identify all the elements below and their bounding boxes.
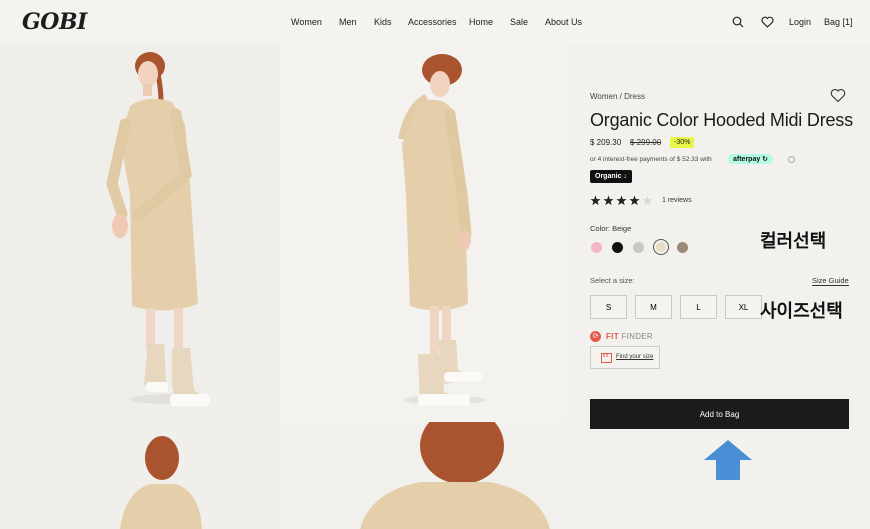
star-empty-icon <box>642 195 653 206</box>
color-swatch-black[interactable] <box>612 242 623 253</box>
login-link[interactable]: Login <box>789 17 811 27</box>
fit-finder-brand: FIT <box>606 332 619 341</box>
color-swatch-beige-selected[interactable] <box>653 239 669 255</box>
search-icon[interactable] <box>732 16 744 28</box>
site-header: GOBI Women Men Kids Accessories Home Sal… <box>0 0 870 44</box>
size-label: Select a size: <box>590 276 635 285</box>
add-to-wishlist-heart-icon[interactable] <box>830 88 846 103</box>
original-price: $ 299.00 <box>630 138 662 147</box>
nav-kids[interactable]: Kids <box>374 17 392 27</box>
add-to-bag-button[interactable]: Add to Bag <box>590 399 849 429</box>
size-guide-link[interactable]: Size Guide <box>812 276 849 286</box>
size-button-s[interactable]: S <box>590 295 627 319</box>
info-icon[interactable] <box>788 156 795 163</box>
breadcrumb[interactable]: Women / Dress <box>590 92 645 101</box>
size-button-xl[interactable]: XL <box>725 295 762 319</box>
ruler-icon <box>601 353 612 363</box>
discount-badge: -30% <box>670 137 695 148</box>
wishlist-heart-icon[interactable] <box>761 16 774 28</box>
color-swatch-grey[interactable] <box>633 242 644 253</box>
color-swatch-taupe[interactable] <box>677 242 688 253</box>
nav-women[interactable]: Women <box>291 17 322 27</box>
afterpay-label: afterpay <box>733 156 761 163</box>
rating-stars <box>590 195 653 206</box>
product-photo-back[interactable] <box>0 422 280 529</box>
product-photo-detail[interactable] <box>280 422 566 529</box>
fit-finder-logo-icon: ⟳ <box>590 331 601 342</box>
organic-badge-label: Organic <box>595 173 622 180</box>
nav-accessories[interactable]: Accessories <box>408 17 457 27</box>
size-button-m[interactable]: M <box>635 295 672 319</box>
find-your-size-button[interactable]: Find your size <box>590 346 660 369</box>
annotation-size-select: 사이즈선택 <box>760 301 843 322</box>
nav-men[interactable]: Men <box>339 17 357 27</box>
color-swatch-pink[interactable] <box>591 242 602 253</box>
star-icon <box>629 195 640 206</box>
nav-sale[interactable]: Sale <box>510 17 528 27</box>
star-icon <box>616 195 627 206</box>
annotation-color-select: 컬러선택 <box>760 231 827 252</box>
nav-home[interactable]: Home <box>469 17 493 27</box>
up-arrow-annotation-icon <box>704 440 752 480</box>
organic-badge: Organic ↓ <box>590 170 632 183</box>
star-icon <box>603 195 614 206</box>
product-photo-side[interactable] <box>280 44 566 422</box>
afterpay-badge[interactable]: afterpay ↻ <box>728 154 774 164</box>
selected-swatch-fill <box>656 242 666 252</box>
reviews-count[interactable]: 1 reviews <box>662 197 692 204</box>
brand-logo[interactable]: GOBI <box>22 9 87 35</box>
bag-link[interactable]: Bag [1] <box>824 17 853 27</box>
installments-text: or 4 interest-free payments of $ 52.33 w… <box>590 156 712 163</box>
find-your-size-label: Find your size <box>616 354 654 360</box>
color-label: Color: Beige <box>590 224 632 233</box>
star-icon <box>590 195 601 206</box>
product-photo-front[interactable] <box>0 44 280 422</box>
product-title: Organic Color Hooded Midi Dress <box>590 110 853 130</box>
size-button-l[interactable]: L <box>680 295 717 319</box>
nav-about-us[interactable]: About Us <box>545 17 582 27</box>
fit-finder-rest: FINDER <box>621 332 654 341</box>
fit-finder-label: FIT FINDER <box>606 332 653 341</box>
sale-price: $ 209.30 <box>590 138 622 147</box>
